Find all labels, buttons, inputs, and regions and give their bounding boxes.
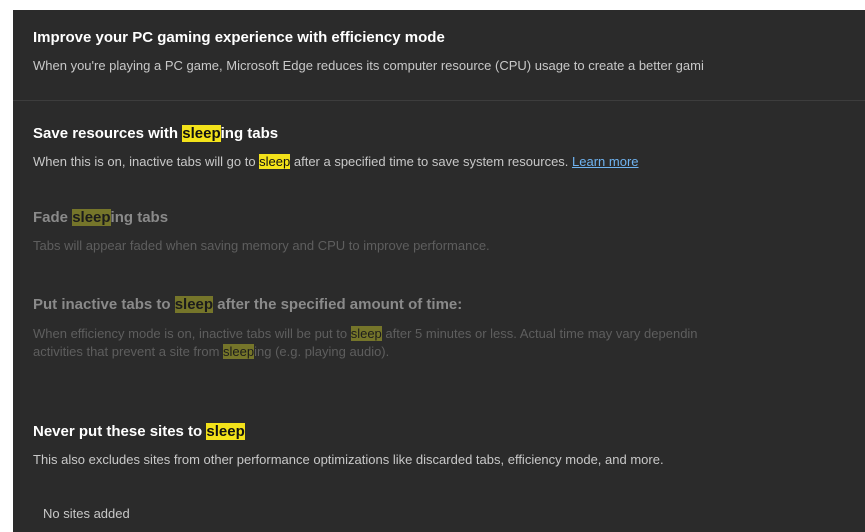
efficiency-mode-title: Improve your PC gaming experience with e…: [33, 29, 445, 46]
sites-empty-message: No sites added: [43, 506, 130, 521]
search-highlight: sleep: [182, 125, 221, 142]
fade-sleeping-tabs-title: Fade sleeping tabs: [33, 209, 169, 226]
fade-sleeping-tabs-description: Tabs will appear faded when saving memor…: [33, 238, 490, 253]
inactive-tabs-timeout-section: Put inactive tabs to sleep after the spe…: [33, 295, 865, 361]
search-highlight: sleep: [223, 344, 255, 359]
sleeping-tabs-description: When this is on, inactive tabs will go t…: [33, 154, 639, 169]
search-highlight: sleep: [72, 209, 111, 226]
never-sleep-sites-description: This also excludes sites from other perf…: [33, 452, 664, 467]
efficiency-mode-section: Improve your PC gaming experience with e…: [33, 28, 865, 75]
inactive-tabs-timeout-description: When efficiency mode is on, inactive tab…: [33, 326, 698, 359]
never-sleep-sites-section: Never put these sites to sleep This also…: [33, 422, 865, 469]
sleeping-tabs-title: Save resources with sleeping tabs: [33, 125, 279, 142]
sleeping-tabs-section: Save resources with sleeping tabs When t…: [33, 124, 865, 171]
never-sleep-sites-title: Never put these sites to sleep: [33, 423, 245, 440]
search-highlight: sleep: [206, 423, 245, 440]
inactive-tabs-timeout-title: Put inactive tabs to sleep after the spe…: [33, 296, 463, 313]
fade-sleeping-tabs-section: Fade sleeping tabs Tabs will appear fade…: [33, 208, 865, 255]
learn-more-link[interactable]: Learn more: [572, 154, 638, 169]
search-highlight: sleep: [174, 296, 214, 313]
search-highlight: sleep: [259, 154, 291, 169]
section-divider: [13, 100, 865, 101]
efficiency-mode-description: When you're playing a PC game, Microsoft…: [33, 58, 704, 73]
search-highlight: sleep: [350, 326, 382, 341]
settings-panel: Improve your PC gaming experience with e…: [13, 10, 865, 532]
